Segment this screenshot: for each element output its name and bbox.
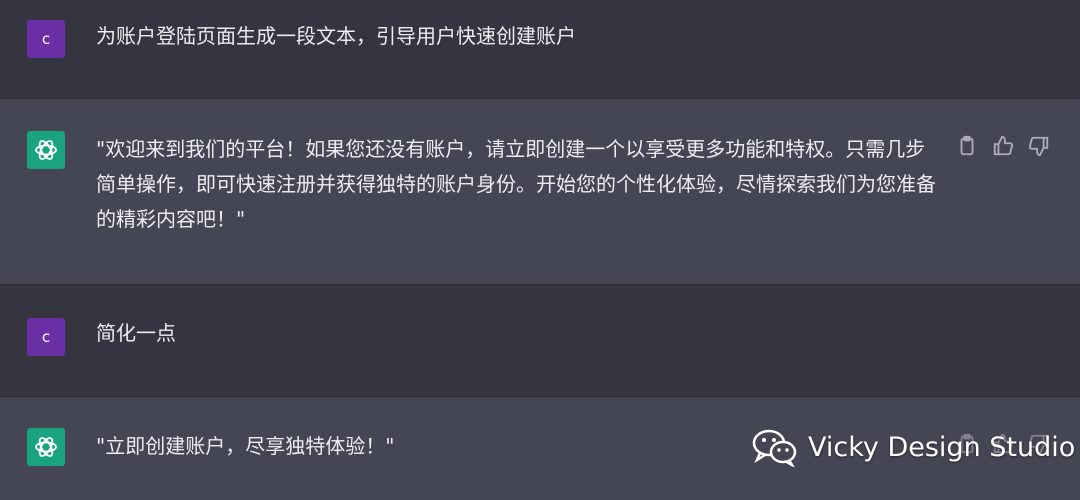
- assistant-message-text: "欢迎来到我们的平台！如果您还没有账户，请立即创建一个以享受更多功能和特权。只需…: [96, 137, 936, 231]
- thumbs-down-icon[interactable]: [1028, 135, 1050, 157]
- message-actions: [956, 135, 1050, 157]
- user-message-text: 简化一点: [96, 321, 176, 345]
- user-avatar-letter: c: [41, 328, 51, 346]
- openai-logo-icon: [35, 140, 57, 160]
- copy-icon[interactable]: [956, 135, 978, 157]
- message-row-user-1: c 为账户登陆页面生成一段文本，引导用户快速创建账户: [0, 0, 1080, 98]
- assistant-avatar: [27, 428, 65, 466]
- user-avatar: c: [27, 20, 65, 58]
- user-avatar: c: [27, 318, 65, 356]
- wechat-icon: [752, 429, 797, 467]
- thumbs-up-icon[interactable]: [992, 135, 1014, 157]
- watermark-text: Vicky Design Studio: [808, 431, 1076, 463]
- user-message-text: 为账户登陆页面生成一段文本，引导用户快速创建账户: [96, 24, 576, 48]
- message-row-assistant-1: "欢迎来到我们的平台！如果您还没有账户，请立即创建一个以享受更多功能和特权。只需…: [0, 98, 1080, 285]
- message-row-user-2: c 简化一点: [0, 284, 1080, 397]
- watermark: Vicky Design Studio: [752, 425, 1075, 469]
- openai-logo-icon: [35, 437, 57, 457]
- assistant-avatar: [27, 131, 65, 169]
- user-avatar-letter: c: [41, 30, 51, 48]
